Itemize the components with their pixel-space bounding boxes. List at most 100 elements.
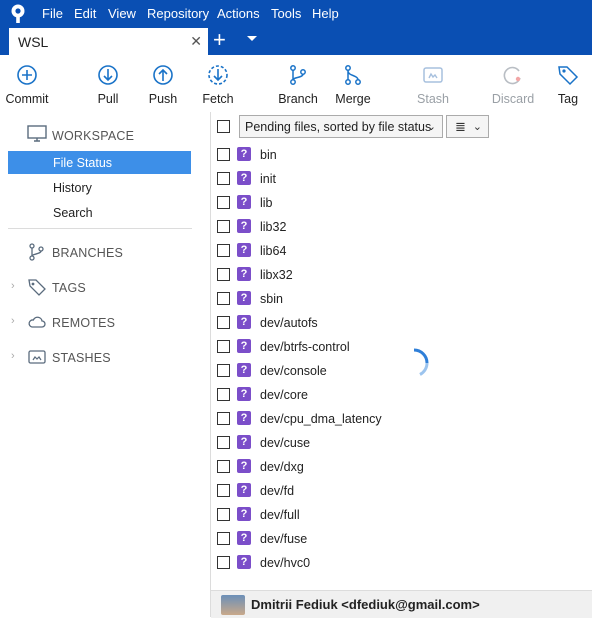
chevron-right-icon[interactable]: › (11, 350, 15, 362)
untracked-status-icon: ? (237, 483, 251, 497)
tag-icon (28, 279, 46, 296)
branch-label: Branch (278, 92, 318, 106)
list-item[interactable]: ? lib (211, 191, 592, 215)
push-button[interactable]: Push (133, 55, 193, 112)
file-checkbox[interactable] (217, 364, 230, 377)
merge-button[interactable]: Merge (323, 55, 383, 112)
file-checkbox[interactable] (217, 316, 230, 329)
view-mode-dropdown[interactable]: ≣ ⌄ (446, 115, 489, 138)
file-filter-label: Pending files, sorted by file status (245, 120, 432, 134)
discard-icon (503, 66, 521, 85)
push-label: Push (148, 92, 178, 106)
untracked-status-icon: ? (237, 195, 251, 209)
menu-actions[interactable]: Actions (217, 6, 260, 21)
sidebar-item-history[interactable]: History (8, 176, 191, 199)
discard-button[interactable]: Discard (483, 55, 543, 112)
untracked-status-icon: ? (237, 411, 251, 425)
sidebar-item-label: File Status (53, 156, 113, 170)
list-item[interactable]: ? dev/hvc0 (211, 551, 592, 575)
file-checkbox[interactable] (217, 268, 230, 281)
list-item[interactable]: ? dev/fuse (211, 527, 592, 551)
file-checkbox[interactable] (217, 340, 230, 353)
menu-edit[interactable]: Edit (74, 6, 96, 21)
list-item[interactable]: ? sbin (211, 287, 592, 311)
file-checkbox[interactable] (217, 172, 230, 185)
file-checkbox[interactable] (217, 148, 230, 161)
list-item[interactable]: ? bin (211, 143, 592, 167)
list-view-icon: ≣ (455, 119, 466, 134)
file-checkbox[interactable] (217, 196, 230, 209)
select-all-checkbox[interactable] (217, 120, 230, 133)
list-item[interactable]: ? libx32 (211, 263, 592, 287)
sidebar-item-label: Search (53, 206, 93, 220)
cloud-icon (28, 316, 46, 328)
chevron-right-icon[interactable]: › (11, 315, 15, 327)
list-item[interactable]: ? dev/full (211, 503, 592, 527)
list-item[interactable]: ? dev/cpu_dma_latency (211, 407, 592, 431)
sidebar-section-branches[interactable]: BRANCHES (0, 239, 210, 265)
list-item[interactable]: ? dev/core (211, 383, 592, 407)
branch-button[interactable]: Branch (268, 55, 328, 112)
file-checkbox[interactable] (217, 556, 230, 569)
menu-bar: File Edit View Repository Actions Tools … (0, 0, 592, 27)
file-checkbox[interactable] (217, 436, 230, 449)
chevron-down-icon: ⌄ (472, 121, 482, 133)
list-item[interactable]: ? lib64 (211, 239, 592, 263)
chevron-down-icon[interactable] (247, 36, 257, 41)
sidebar-section-stashes[interactable]: › STASHES (0, 344, 210, 370)
sidebar-section-remotes[interactable]: › REMOTES (0, 309, 210, 335)
tab-wsl[interactable]: WSL ✕ (9, 28, 208, 55)
menu-view[interactable]: View (108, 6, 136, 21)
menu-help[interactable]: Help (312, 6, 339, 21)
file-checkbox[interactable] (217, 532, 230, 545)
menu-repository[interactable]: Repository (147, 6, 209, 21)
file-name: dev/cuse (260, 436, 311, 450)
fetch-button[interactable]: Fetch (188, 55, 248, 112)
list-item[interactable]: ? dev/autofs (211, 311, 592, 335)
file-checkbox[interactable] (217, 244, 230, 257)
file-name: lib64 (260, 244, 287, 258)
close-icon[interactable]: ✕ (190, 33, 202, 50)
file-checkbox[interactable] (217, 220, 230, 233)
file-checkbox[interactable] (217, 508, 230, 521)
file-checkbox[interactable] (217, 388, 230, 401)
list-item[interactable]: ? init (211, 167, 592, 191)
tab-strip: WSL ✕ + (0, 27, 592, 55)
add-tab-icon[interactable]: + (213, 28, 226, 52)
fetch-label: Fetch (202, 92, 234, 106)
file-name: lib32 (260, 220, 287, 234)
menu-file[interactable]: File (42, 6, 63, 21)
untracked-status-icon: ? (237, 267, 251, 281)
chevron-right-icon[interactable]: › (11, 280, 15, 292)
commit-button[interactable]: Commit (0, 55, 57, 112)
file-name: dev/console (260, 364, 327, 378)
sidebar-item-file-status[interactable]: File Status (8, 151, 191, 174)
user-identity: Dmitrii Fediuk <dfediuk@gmail.com> (251, 597, 480, 612)
sidebar-section-workspace[interactable]: WORKSPACE (0, 122, 210, 148)
untracked-status-icon: ? (237, 363, 251, 377)
push-icon (153, 65, 173, 85)
toolbar: Commit Pull Push Fetch Branch Merge Stas… (0, 55, 592, 112)
tag-button[interactable]: Tag (538, 55, 592, 112)
sidebar-section-tags[interactable]: › TAGS (0, 274, 210, 300)
stash-button[interactable]: Stash (403, 55, 463, 112)
file-checkbox[interactable] (217, 292, 230, 305)
commit-label: Commit (5, 92, 49, 106)
list-item[interactable]: ? dev/dxg (211, 455, 592, 479)
file-checkbox[interactable] (217, 460, 230, 473)
list-item[interactable]: ? dev/fd (211, 479, 592, 503)
file-checkbox[interactable] (217, 484, 230, 497)
sidebar-item-search[interactable]: Search (8, 201, 191, 224)
file-filter-dropdown[interactable]: Pending files, sorted by file status ⌄ (239, 115, 443, 138)
file-checkbox[interactable] (217, 412, 230, 425)
list-item[interactable]: ? dev/cuse (211, 431, 592, 455)
menu-tools[interactable]: Tools (271, 6, 301, 21)
list-item[interactable]: ? lib32 (211, 215, 592, 239)
untracked-status-icon: ? (237, 387, 251, 401)
untracked-status-icon: ? (237, 507, 251, 521)
untracked-status-icon: ? (237, 243, 251, 257)
pull-button[interactable]: Pull (78, 55, 138, 112)
file-name: init (260, 172, 276, 186)
sidebar-section-label: REMOTES (52, 316, 116, 330)
merge-icon (345, 65, 361, 85)
